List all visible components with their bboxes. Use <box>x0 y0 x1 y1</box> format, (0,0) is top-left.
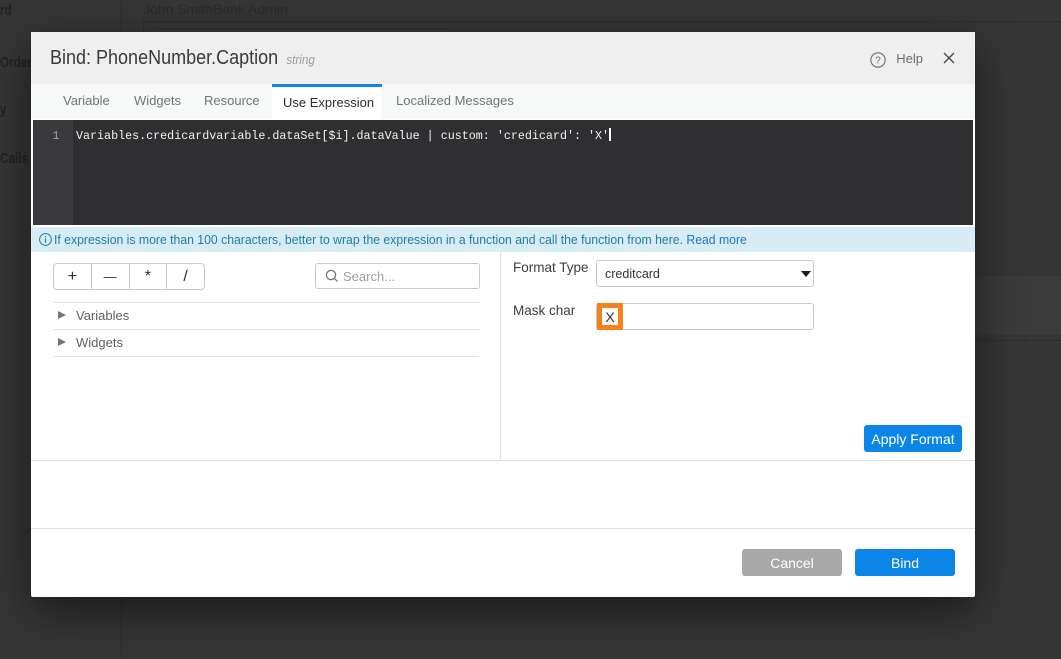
svg-text:?: ? <box>876 55 882 66</box>
